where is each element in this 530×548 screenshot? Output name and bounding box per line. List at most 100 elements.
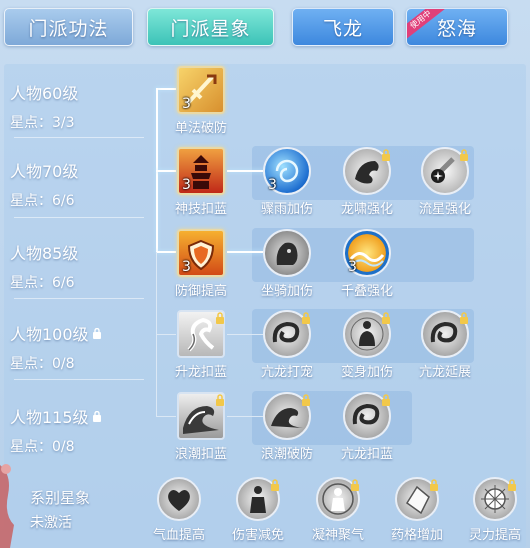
- level-label: 人物70级: [10, 162, 79, 181]
- skill-label: 药格增加: [390, 528, 443, 543]
- coiled-dragon-icon: [343, 392, 391, 440]
- sword-icon: 3: [177, 66, 225, 114]
- skill-meteor[interactable]: 流星强化: [412, 147, 478, 217]
- dragon-head-icon: [343, 147, 391, 195]
- star-points: 星点：6/6: [10, 193, 75, 209]
- level-label: 人物60级: [10, 84, 79, 103]
- series-title: 系别星象: [30, 489, 91, 507]
- skill-tide-mana-drain[interactable]: 浪潮扣蓝: [168, 392, 234, 462]
- skill-kanglong-mana-drain[interactable]: 亢龙扣蓝: [334, 392, 400, 462]
- skill-label: 伤害减免: [231, 528, 284, 543]
- skill-label: 亢龙延展: [418, 365, 471, 380]
- meditate-figure-icon: [343, 310, 391, 358]
- lock-icon: [381, 391, 391, 410]
- skill-rising-dragon[interactable]: 升龙扣蓝: [168, 310, 234, 380]
- skill-level: 3: [268, 177, 277, 193]
- lock-icon: [459, 309, 469, 328]
- sparkle-orb-icon: [473, 477, 517, 521]
- lock-icon: [92, 328, 102, 339]
- level-label: 人物100级: [10, 325, 89, 344]
- lock-icon: [507, 476, 517, 495]
- skill-label: 凝神聚气: [311, 528, 364, 543]
- series-focus-qi[interactable]: 凝神聚气: [305, 477, 371, 543]
- level-70: 人物70级 星点：6/6: [10, 158, 135, 210]
- skill-label: 流星强化: [418, 202, 471, 217]
- lock-icon: [92, 411, 102, 422]
- star-points: 星点：0/8: [10, 356, 75, 372]
- skill-thousand-layers[interactable]: 3 千叠强化: [334, 229, 400, 299]
- swirl-orb-icon: 3: [263, 147, 311, 195]
- divider: [14, 217, 144, 218]
- star-points: 星点：0/8: [10, 439, 75, 455]
- skill-label: 坐骑加伤: [260, 284, 313, 299]
- skill-tide-break[interactable]: 浪潮破防: [254, 392, 320, 462]
- tab-label: 门派星象: [170, 17, 251, 40]
- skill-defense-up[interactable]: 3 防御提高: [168, 229, 234, 299]
- star-points: 星点：3/3: [10, 115, 75, 131]
- series-damage-reduce[interactable]: 伤害减免: [225, 477, 291, 543]
- skill-label: 单法破防: [174, 121, 227, 136]
- aura-figure-icon: [316, 477, 360, 521]
- lock-icon: [215, 309, 225, 328]
- skill-label: 亢龙打宠: [260, 365, 313, 380]
- level-60: 人物60级 星点：3/3: [10, 80, 135, 132]
- skill-level: 3: [182, 259, 191, 275]
- divider: [14, 137, 144, 138]
- skill-label: 气血提高: [152, 528, 205, 543]
- series-hp-up[interactable]: 气血提高: [146, 477, 212, 543]
- skill-level: 3: [348, 259, 357, 275]
- skill-label: 防御提高: [174, 284, 227, 299]
- lock-icon: [381, 309, 391, 328]
- beast-icon: [263, 229, 311, 277]
- skill-divine-mana-drain[interactable]: 3 神技扣蓝: [168, 147, 234, 217]
- armored-figure-icon: [236, 477, 280, 521]
- lock-icon: [350, 476, 360, 495]
- skill-label: 灵力提高: [468, 528, 521, 543]
- tab-sect-skills[interactable]: 门派功法: [4, 8, 133, 46]
- skill-label: 龙啸强化: [340, 202, 393, 217]
- tab-bar: 门派功法 门派星象 飞龙 使用中 怒海: [0, 0, 530, 58]
- series-potion-slot[interactable]: 药格增加: [384, 477, 450, 543]
- series-status: 未激活: [30, 515, 72, 531]
- lock-icon: [270, 476, 280, 495]
- skill-single-magic-break[interactable]: 3 单法破防: [168, 66, 234, 136]
- wave-icon: 3: [343, 229, 391, 277]
- gem-icon: [395, 477, 439, 521]
- lock-icon: [429, 476, 439, 495]
- tab-feilong[interactable]: 飞龙: [292, 8, 394, 46]
- skill-dragon-roar[interactable]: 龙啸强化: [334, 147, 400, 217]
- skill-storm-damage[interactable]: 3 骤雨加伤: [254, 147, 320, 217]
- lock-icon: [215, 391, 225, 410]
- tab-label: 门派功法: [28, 17, 109, 40]
- rising-dragon-icon: [177, 310, 225, 358]
- skill-kanglong-extend[interactable]: 亢龙延展: [412, 310, 478, 380]
- lock-icon: [301, 309, 311, 328]
- level-label: 人物85级: [10, 244, 79, 263]
- skill-kanglong-pet[interactable]: 亢龙打宠: [254, 310, 320, 380]
- tab-label: 飞龙: [322, 17, 363, 40]
- series-spirit-up[interactable]: 灵力提高: [462, 477, 528, 543]
- meteor-icon: [421, 147, 469, 195]
- tab-nuhai[interactable]: 使用中 怒海: [406, 8, 508, 46]
- coiled-dragon-icon: [421, 310, 469, 358]
- skill-label: 神技扣蓝: [174, 202, 227, 217]
- lock-icon: [459, 146, 469, 165]
- divider: [14, 379, 144, 380]
- skill-label: 浪潮扣蓝: [174, 447, 227, 462]
- skill-label: 升龙扣蓝: [174, 365, 227, 380]
- skill-transform-damage[interactable]: 变身加伤: [334, 310, 400, 380]
- tab-sect-stars[interactable]: 门派星象: [147, 8, 274, 46]
- pagoda-fire-icon: 3: [177, 147, 225, 195]
- skill-label: 千叠强化: [340, 284, 393, 299]
- skill-level: 3: [182, 177, 191, 193]
- level-label: 人物115级: [10, 408, 89, 427]
- coiled-dragon-icon: [263, 310, 311, 358]
- skill-mount-damage[interactable]: 坐骑加伤: [254, 229, 320, 299]
- level-100: 人物100级 星点：0/8: [10, 321, 135, 373]
- skill-level: 3: [182, 96, 191, 112]
- tab-label: 怒海: [436, 17, 477, 40]
- lock-icon: [381, 146, 391, 165]
- shield-fire-icon: 3: [177, 229, 225, 277]
- skill-label: 浪潮破防: [260, 447, 313, 462]
- divider: [14, 298, 144, 299]
